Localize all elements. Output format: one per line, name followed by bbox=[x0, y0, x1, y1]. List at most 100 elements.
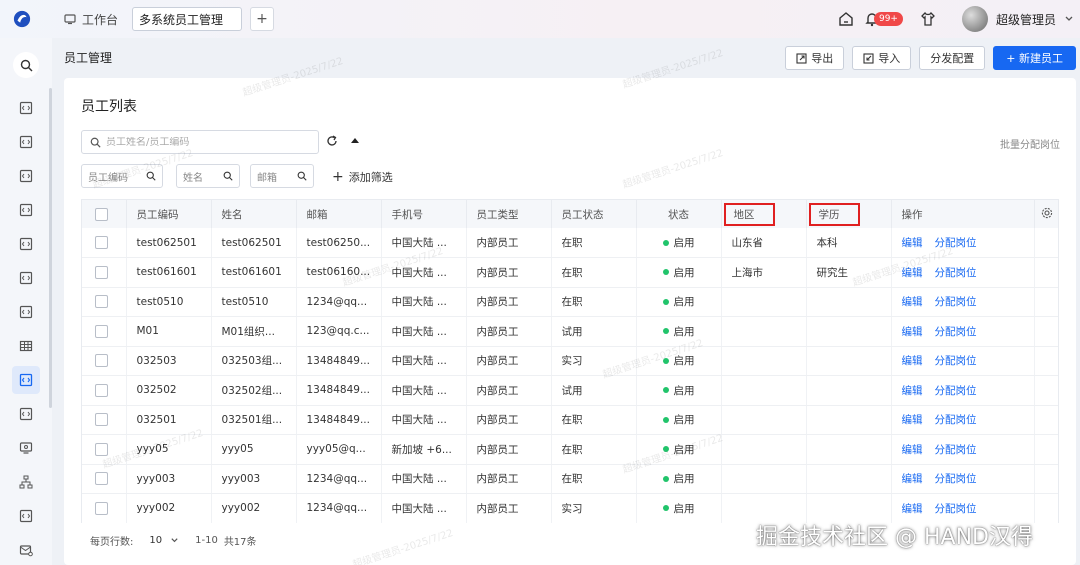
sidebar-item-employee[interactable] bbox=[12, 366, 40, 394]
bulk-assign-link[interactable]: 批量分配岗位 bbox=[1000, 136, 1060, 151]
assign-position-link[interactable]: 分配岗位 bbox=[935, 444, 977, 456]
export-button[interactable]: 导出 bbox=[785, 46, 845, 70]
sidebar-search-button[interactable] bbox=[13, 52, 39, 78]
edit-link[interactable]: 编辑 bbox=[902, 385, 923, 397]
row-select-cell[interactable] bbox=[82, 493, 127, 523]
row-checkbox[interactable] bbox=[95, 383, 108, 397]
distribute-config-button[interactable]: 分发配置 bbox=[919, 46, 986, 70]
edit-link[interactable]: 编辑 bbox=[902, 267, 923, 279]
tab-workbench[interactable]: 工作台 bbox=[60, 7, 122, 31]
chevron-down-icon[interactable] bbox=[1064, 14, 1074, 24]
assign-position-link[interactable]: 分配岗位 bbox=[935, 414, 977, 426]
assign-position-link[interactable]: 分配岗位 bbox=[935, 326, 977, 338]
row-select-cell[interactable] bbox=[82, 228, 127, 258]
edit-link[interactable]: 编辑 bbox=[902, 444, 923, 456]
select-all-checkbox[interactable] bbox=[95, 207, 108, 221]
row-select-cell[interactable] bbox=[82, 375, 127, 406]
cell-education bbox=[806, 316, 892, 347]
filter-employee-code[interactable]: 员工编码 bbox=[81, 164, 163, 188]
cell-spacer bbox=[1034, 316, 1058, 347]
sidebar-item-2[interactable] bbox=[12, 128, 40, 156]
row-select-cell[interactable] bbox=[82, 257, 127, 288]
edit-link[interactable]: 编辑 bbox=[902, 326, 923, 338]
table-row[interactable]: M01 M01组织... 123@qq.c... 中国大陆 ... 内部员工 试用 启用 编辑… bbox=[82, 316, 1058, 347]
page-size-select[interactable]: 10 bbox=[143, 530, 185, 550]
row-checkbox[interactable] bbox=[95, 324, 108, 338]
filter-email[interactable]: 邮箱 bbox=[250, 164, 314, 188]
row-checkbox[interactable] bbox=[95, 265, 108, 279]
row-select-cell[interactable] bbox=[82, 464, 127, 494]
username[interactable]: 超级管理员 bbox=[996, 11, 1056, 28]
sidebar-item-7[interactable] bbox=[12, 298, 40, 326]
status-dot bbox=[662, 475, 669, 482]
cell-type: 内部员工 bbox=[466, 257, 552, 288]
cell-emp-status: 实习 bbox=[551, 493, 637, 523]
create-employee-button[interactable]: + 新建员工 bbox=[993, 46, 1076, 70]
sidebar-item-12[interactable] bbox=[12, 468, 40, 496]
sidebar-item-8[interactable] bbox=[12, 332, 40, 360]
table-row[interactable]: test0510 test0510 1234@qq... 中国大陆 ... 内部员工 在职… bbox=[82, 287, 1058, 317]
row-select-cell[interactable] bbox=[82, 434, 127, 465]
row-checkbox[interactable] bbox=[95, 442, 108, 456]
assign-position-link[interactable]: 分配岗位 bbox=[935, 473, 977, 485]
edit-link[interactable]: 编辑 bbox=[902, 473, 923, 485]
row-checkbox[interactable] bbox=[95, 354, 108, 368]
row-checkbox[interactable] bbox=[95, 236, 108, 249]
edit-link[interactable]: 编辑 bbox=[902, 237, 923, 249]
sidebar-item-1[interactable] bbox=[12, 94, 40, 122]
edit-link[interactable]: 编辑 bbox=[902, 503, 923, 515]
sidebar-item-6[interactable] bbox=[12, 264, 40, 292]
row-checkbox[interactable] bbox=[95, 413, 108, 427]
sidebar-item-3[interactable] bbox=[12, 162, 40, 190]
row-select-cell[interactable] bbox=[82, 346, 127, 376]
assign-position-link[interactable]: 分配岗位 bbox=[935, 237, 977, 249]
row-checkbox[interactable] bbox=[95, 295, 108, 309]
row-checkbox[interactable] bbox=[95, 472, 108, 486]
search-box[interactable] bbox=[81, 130, 319, 154]
edit-link[interactable]: 编辑 bbox=[902, 414, 923, 426]
table-row[interactable]: 032501 032501组... 13484849... 中国大陆 ... 内部员工在… bbox=[82, 405, 1058, 435]
table-row[interactable]: yyy003 yyy003 1234@qq... 中国大陆 ... 内部员工 在职 启用 编辑… bbox=[82, 464, 1058, 494]
notification-bell-icon[interactable]: 99+ bbox=[864, 9, 903, 29]
cell-emp-status: 实习 bbox=[551, 346, 637, 376]
table-row[interactable]: yyy05 yyy05 yyy05@q... 新加坡 +6... 内部员工 在职 启用 编辑分… bbox=[82, 434, 1058, 465]
filter-name[interactable]: 姓名 bbox=[176, 164, 240, 188]
add-filter-button[interactable]: + 添加筛选 bbox=[332, 169, 393, 185]
sidebar-scrollbar[interactable] bbox=[49, 88, 52, 408]
sidebar-item-5[interactable] bbox=[12, 230, 40, 258]
tab-employee-management[interactable]: 多系统员工管理 bbox=[132, 7, 243, 31]
import-button[interactable]: 导入 bbox=[852, 46, 912, 70]
assign-position-link[interactable]: 分配岗位 bbox=[935, 355, 977, 367]
table-row[interactable]: test061601 test061601 test06160... 中国大陆 ...… bbox=[82, 257, 1058, 288]
sidebar-item-14[interactable] bbox=[12, 536, 40, 564]
search-input[interactable] bbox=[106, 136, 306, 148]
sidebar-item-10[interactable] bbox=[12, 400, 40, 428]
add-tab-button[interactable]: + bbox=[250, 7, 275, 31]
row-select-cell[interactable] bbox=[82, 405, 127, 435]
assign-position-link[interactable]: 分配岗位 bbox=[935, 503, 977, 515]
row-select-cell[interactable] bbox=[82, 316, 127, 347]
col-settings[interactable] bbox=[1034, 200, 1058, 228]
sidebar-item-4[interactable] bbox=[12, 196, 40, 224]
edit-link[interactable]: 编辑 bbox=[902, 355, 923, 367]
edit-link[interactable]: 编辑 bbox=[902, 296, 923, 308]
cell-actions: 编辑 分配岗位 bbox=[891, 434, 1035, 465]
table-row[interactable]: 032503 032503组... 13484849... 中国大陆 ... 内部员工实… bbox=[82, 346, 1058, 376]
caret-up-icon[interactable] bbox=[350, 136, 360, 146]
refresh-icon[interactable] bbox=[326, 135, 338, 147]
sidebar-item-13[interactable] bbox=[12, 502, 40, 530]
gear-icon[interactable] bbox=[1041, 207, 1053, 219]
sidebar-item-11[interactable] bbox=[12, 434, 40, 462]
row-checkbox[interactable] bbox=[95, 501, 108, 515]
assign-position-link[interactable]: 分配岗位 bbox=[935, 267, 977, 279]
home-icon[interactable] bbox=[836, 9, 856, 29]
table-row[interactable]: 032502 032502组... 13484849... 中国大陆 ... 内部员工试… bbox=[82, 375, 1058, 406]
app-logo[interactable] bbox=[0, 0, 44, 38]
row-select-cell[interactable] bbox=[82, 287, 127, 317]
table-row[interactable]: test062501 test062501 test06250... 中国大陆 ...… bbox=[82, 228, 1058, 258]
select-all-cell[interactable] bbox=[82, 200, 127, 228]
assign-position-link[interactable]: 分配岗位 bbox=[935, 296, 977, 308]
user-avatar[interactable] bbox=[961, 6, 988, 32]
assign-position-link[interactable]: 分配岗位 bbox=[935, 385, 977, 397]
shirt-icon[interactable] bbox=[918, 9, 938, 29]
